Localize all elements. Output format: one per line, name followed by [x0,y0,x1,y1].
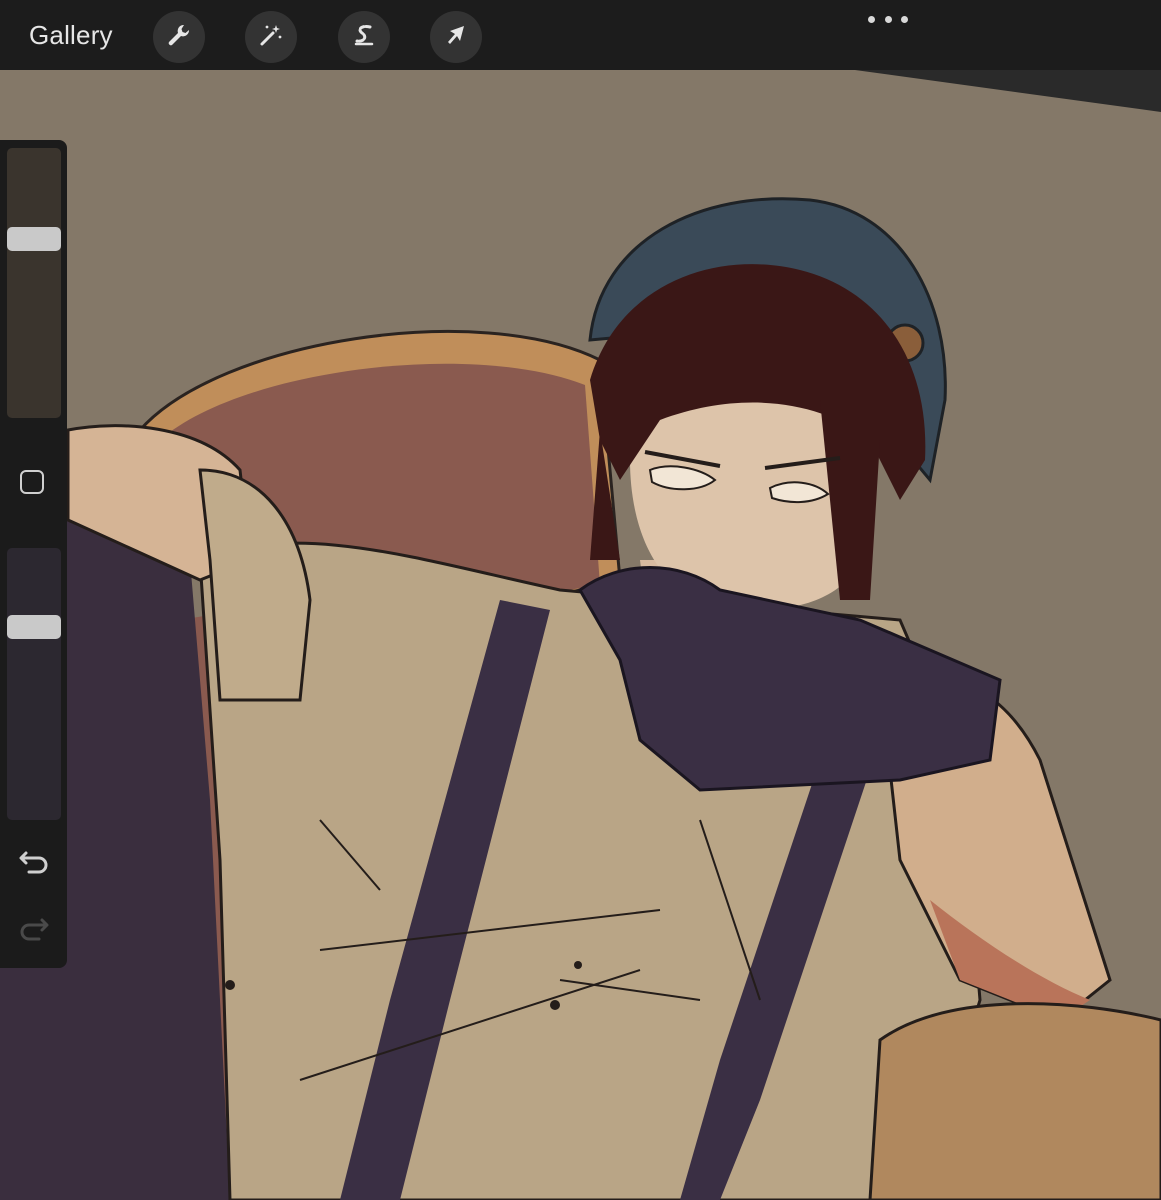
transform-button[interactable] [430,11,482,63]
adjustments-button[interactable] [245,11,297,63]
undo-button[interactable] [17,845,51,875]
left-sidebar [0,140,67,968]
undo-icon [17,851,51,879]
opacity-thumb[interactable] [7,614,61,639]
opacity-slider[interactable] [7,548,61,820]
ellipsis-icon[interactable] [868,8,908,30]
arrow-cursor-icon [442,21,470,54]
brush-size-thumb[interactable] [7,226,61,251]
top-toolbar: Gallery [0,0,1161,70]
drawing-canvas[interactable] [0,0,1161,1200]
artwork [0,0,1161,1200]
selection-s-icon [350,21,378,54]
redo-button[interactable] [17,912,51,942]
redo-icon [17,918,51,946]
actions-button[interactable] [153,11,205,63]
gallery-button[interactable]: Gallery [29,20,113,51]
wrench-icon [165,21,193,54]
square-icon[interactable] [20,470,44,494]
selection-button[interactable] [338,11,390,63]
brush-size-slider[interactable] [7,148,61,418]
magic-wand-icon [257,21,285,54]
